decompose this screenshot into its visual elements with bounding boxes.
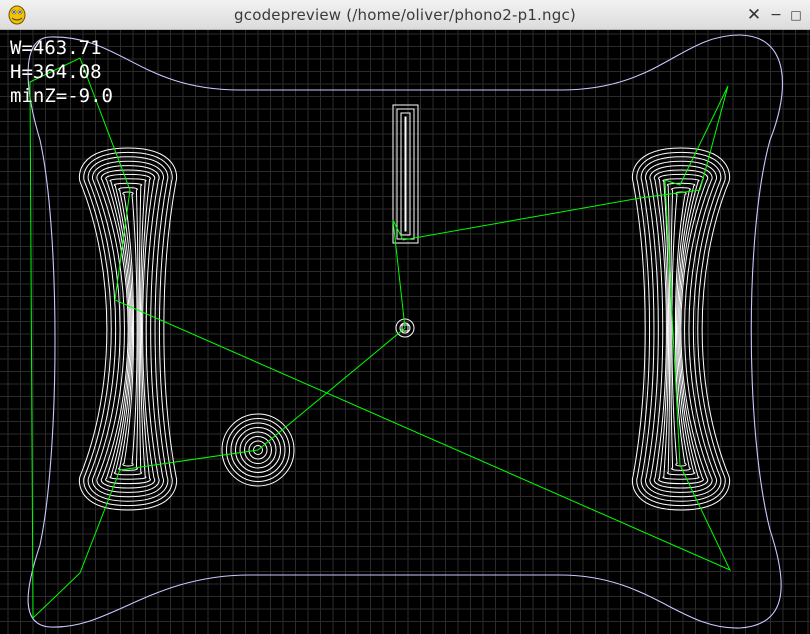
toolpath-drawing [0, 30, 810, 634]
width-readout: W=463.71 [10, 37, 102, 59]
slot-ring [404, 116, 407, 232]
slot-toolpath [392, 104, 419, 244]
minimize-icon[interactable]: − [766, 5, 786, 25]
minz-readout: minZ=-9.0 [10, 85, 113, 107]
gcode-preview-canvas[interactable]: W=463.71 H=364.08 minZ=-9.0 [0, 30, 810, 634]
window-title: gcodepreview (/home/oliver/phono2-p1.ngc… [234, 6, 576, 24]
title-bar[interactable]: gcodepreview (/home/oliver/phono2-p1.ngc… [0, 0, 810, 30]
maximize-icon[interactable]: □ [786, 5, 806, 25]
height-readout: H=364.08 [10, 61, 102, 83]
gcodepreview-window: gcodepreview (/home/oliver/phono2-p1.ngc… [0, 0, 810, 634]
close-icon[interactable]: ✕ [744, 5, 764, 25]
right-pocket-toolpath [631, 147, 731, 511]
